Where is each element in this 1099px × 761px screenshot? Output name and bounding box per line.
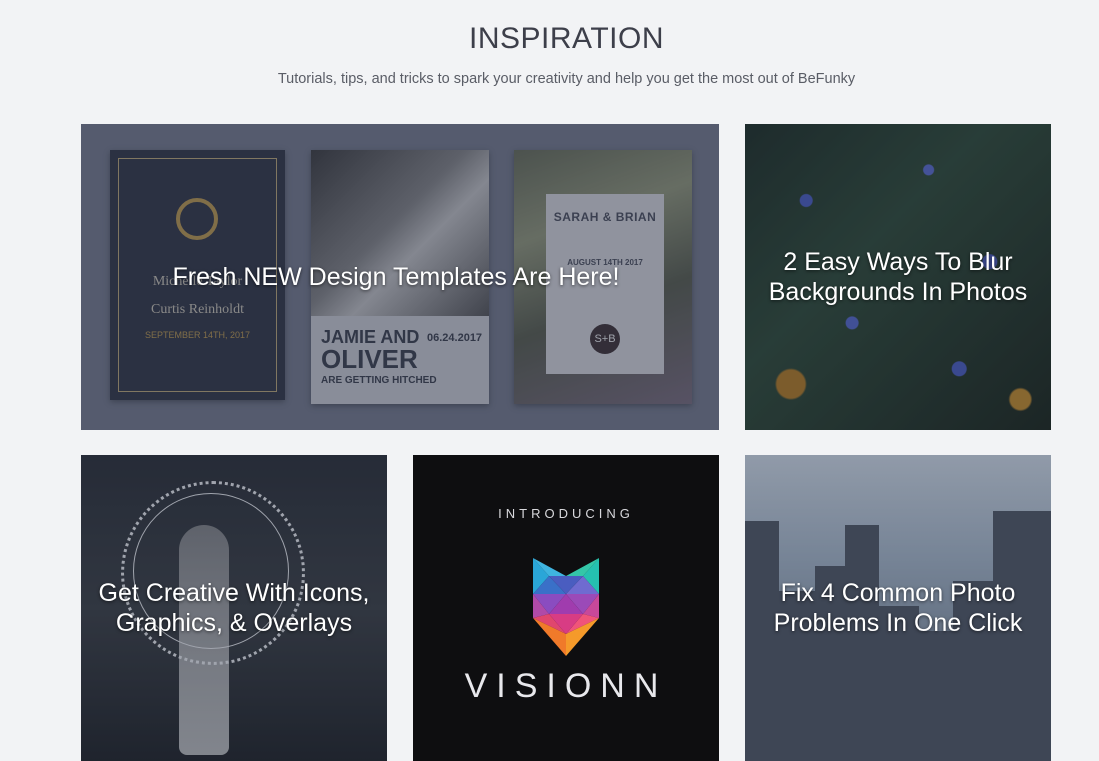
- card-caption: Get Creative With Icons, Graphics, & Ove…: [98, 579, 370, 637]
- intro-label: INTRODUCING: [498, 506, 634, 521]
- visionn-logo-icon: [533, 558, 599, 656]
- card-icons-graphics[interactable]: Get Creative With Icons, Graphics, & Ove…: [81, 455, 387, 761]
- visionn-wordmark: VISIONN: [464, 667, 668, 705]
- card-design-templates[interactable]: Michelle Taylor Curtis Reinholdt SEPTEMB…: [81, 124, 719, 430]
- card-blur-backgrounds[interactable]: 2 Easy Ways To Blur Backgrounds In Photo…: [745, 124, 1051, 430]
- page-title: INSPIRATION: [469, 22, 664, 55]
- page-subtitle: Tutorials, tips, and tricks to spark you…: [277, 71, 856, 87]
- card-caption: 2 Easy Ways To Blur Backgrounds In Photo…: [768, 248, 1028, 306]
- card-photo-problems[interactable]: Fix 4 Common Photo Problems In One Click: [745, 455, 1051, 761]
- card-visionn[interactable]: INTRODUCING VISIONN: [413, 455, 719, 761]
- card-caption: Fresh NEW Design Templates Are Here!: [172, 263, 620, 291]
- card-caption: Fix 4 Common Photo Problems In One Click: [773, 579, 1023, 637]
